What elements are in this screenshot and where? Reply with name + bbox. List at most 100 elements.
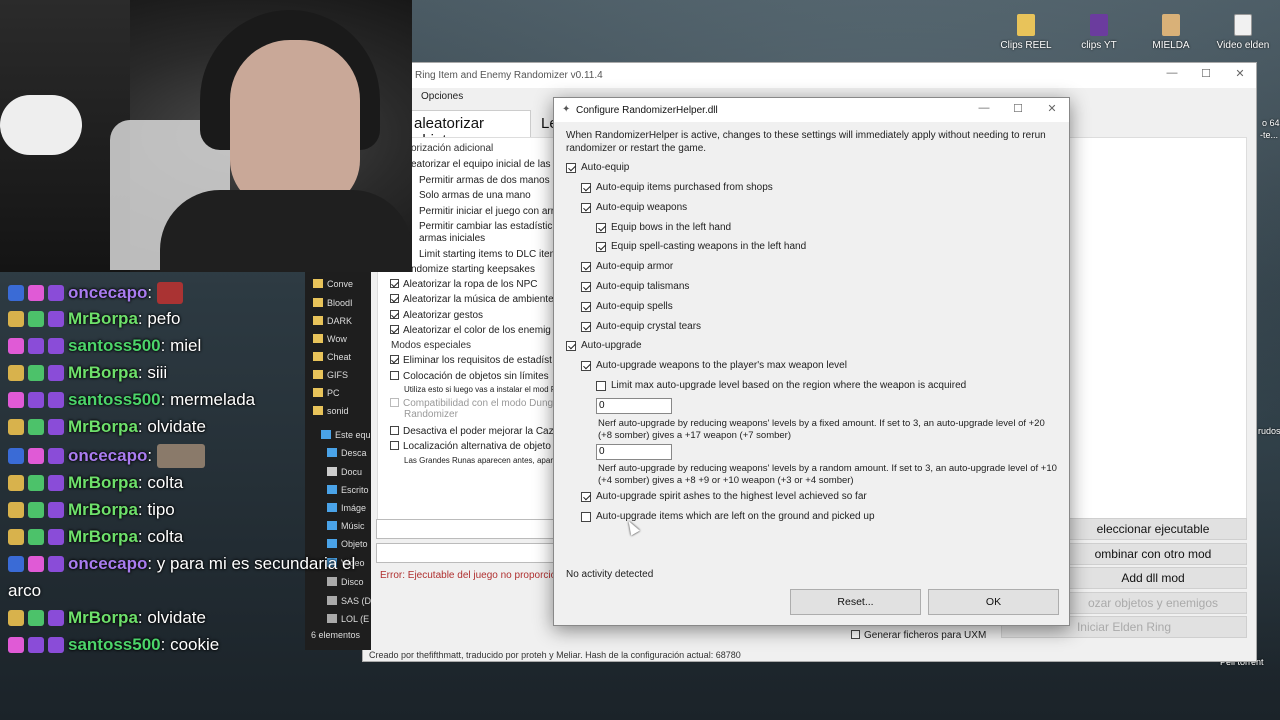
option-spell-left-hand[interactable]: Equip spell-casting weapons in the left … bbox=[596, 241, 806, 252]
add-dll-mod-button[interactable]: Add dll mod bbox=[1059, 567, 1247, 589]
option-gestures[interactable]: Aleatorizar gestos bbox=[390, 310, 483, 321]
option-spirit-ashes[interactable]: Auto-upgrade spirit ashes to the highest… bbox=[581, 491, 867, 502]
activity-status: No activity detected bbox=[566, 569, 654, 580]
maximize-button[interactable]: ☐ bbox=[1009, 102, 1027, 118]
reset-button[interactable]: Reset... bbox=[790, 589, 921, 615]
folder-icon bbox=[1017, 14, 1035, 36]
chat-text: : colta bbox=[137, 527, 184, 546]
chat-message: MrBorpa: pefo bbox=[8, 309, 180, 329]
checkbox[interactable] bbox=[390, 279, 399, 288]
option-keepsakes[interactable]: ndomize starting keepsakes bbox=[411, 264, 535, 275]
nerf-random-input[interactable]: 0 bbox=[596, 444, 672, 460]
checkbox[interactable] bbox=[566, 162, 576, 173]
option-uxm[interactable]: Generar ficheros para UXM bbox=[851, 630, 986, 641]
option-start-with-weapons[interactable]: Permitir iniciar el juego con arr bbox=[419, 206, 554, 217]
checkbox[interactable] bbox=[390, 426, 399, 435]
option-limit-dlc[interactable]: Limit starting items to DLC item bbox=[419, 249, 558, 260]
tab-randomize-items[interactable]: aleatorizar objetos bbox=[411, 110, 531, 149]
minimize-button[interactable]: — bbox=[975, 102, 993, 118]
checkbox[interactable] bbox=[596, 241, 606, 252]
option-upgrade-max-level[interactable]: Auto-upgrade weapons to the player's max… bbox=[581, 360, 847, 371]
option-auto-upgrade[interactable]: Auto-upgrade bbox=[566, 340, 642, 351]
path-field[interactable] bbox=[376, 519, 566, 539]
checkbox[interactable] bbox=[596, 380, 606, 391]
desktop-icon-clips-reel[interactable]: Clips REEL bbox=[991, 14, 1061, 51]
option-bows-left-hand[interactable]: Equip bows in the left hand bbox=[596, 222, 731, 233]
option-npc-clothes[interactable]: Aleatorizar la ropa de los NPC bbox=[390, 279, 538, 290]
desktop-icon-label: Video elden bbox=[1216, 40, 1270, 51]
checkbox[interactable] bbox=[581, 182, 591, 193]
badge-icon bbox=[28, 365, 44, 381]
close-button[interactable]: ✕ bbox=[1231, 67, 1249, 83]
randomize-button[interactable]: ozar objetos y enemigos bbox=[1059, 592, 1247, 614]
checkbox[interactable] bbox=[581, 281, 591, 292]
checkbox[interactable] bbox=[596, 222, 606, 233]
checkbox[interactable] bbox=[390, 325, 399, 334]
option-change-stats[interactable]: Permitir cambiar las estadístic bbox=[419, 221, 552, 232]
option-auto-equip-spells[interactable]: Auto-equip spells bbox=[581, 301, 673, 312]
chat-username: MrBorpa bbox=[68, 473, 138, 492]
checkbox[interactable] bbox=[581, 301, 591, 312]
checkbox[interactable] bbox=[390, 294, 399, 303]
checkbox[interactable] bbox=[851, 630, 860, 639]
option-auto-equip-weapons[interactable]: Auto-equip weapons bbox=[581, 202, 687, 213]
option-remove-stat-reqs[interactable]: Eliminar los requisitos de estadíst bbox=[390, 355, 552, 366]
badge-icon bbox=[8, 475, 24, 491]
option-unlimited-placement[interactable]: Colocación de objetos sin límites bbox=[390, 371, 549, 382]
chat-text: : olvidate bbox=[137, 608, 206, 627]
select-executable-button[interactable]: eleccionar ejecutable bbox=[1059, 518, 1247, 540]
twitch-icon bbox=[48, 475, 64, 491]
option-starting-equipment[interactable]: eatorizar el equipo inicial de las bbox=[411, 159, 551, 170]
checkbox[interactable] bbox=[581, 202, 591, 213]
checkbox[interactable] bbox=[390, 441, 399, 450]
badge-icon bbox=[8, 610, 24, 626]
desktop-edge-text: o 64 bbox=[1262, 118, 1280, 128]
desktop-icon-video-elden[interactable]: Video elden bbox=[1208, 14, 1278, 51]
checkbox[interactable] bbox=[581, 511, 591, 522]
badge-icon bbox=[28, 475, 44, 491]
merge-mod-button[interactable]: ombinar con otro mod bbox=[1059, 543, 1247, 565]
chat-text: : miel bbox=[160, 336, 202, 355]
option-auto-equip-shops[interactable]: Auto-equip items purchased from shops bbox=[581, 182, 773, 193]
option-alt-location[interactable]: Localización alternativa de objeto bbox=[390, 441, 551, 452]
option-enemy-color[interactable]: Aleatorizar el color de los enemig bbox=[390, 325, 551, 336]
nerf-fixed-description: Nerf auto-upgrade by reducing weapons' l… bbox=[598, 418, 1045, 441]
checkbox[interactable] bbox=[581, 261, 591, 272]
option-ground-items[interactable]: Auto-upgrade items which are left on the… bbox=[581, 511, 875, 522]
badge-icon bbox=[8, 637, 24, 653]
checkbox[interactable] bbox=[566, 340, 576, 351]
desktop-icon-clips-yt[interactable]: clips YT bbox=[1064, 14, 1134, 51]
option-auto-equip-talismans[interactable]: Auto-equip talismans bbox=[581, 281, 689, 292]
desktop-icon-label: Clips REEL bbox=[1000, 40, 1052, 51]
ok-button[interactable]: OK bbox=[928, 589, 1059, 615]
option-two-handed[interactable]: Permitir armas de dos manos bbox=[419, 175, 550, 186]
checkbox[interactable] bbox=[390, 310, 399, 319]
chat-message: MrBorpa: colta bbox=[8, 527, 183, 547]
twitch-icon bbox=[48, 392, 64, 408]
option-auto-equip-tears[interactable]: Auto-equip crystal tears bbox=[581, 321, 701, 332]
checkbox[interactable] bbox=[581, 321, 591, 332]
option-one-handed[interactable]: Solo armas de una mano bbox=[419, 190, 531, 201]
chat-text: : bbox=[147, 283, 157, 302]
chat-message: MrBorpa: siii bbox=[8, 363, 167, 383]
checkbox[interactable] bbox=[390, 371, 399, 380]
option-disable-upgrade[interactable]: Desactiva el poder mejorar la Caz bbox=[390, 426, 554, 437]
option-ambient-music[interactable]: Aleatorizar la música de ambiente bbox=[390, 294, 554, 305]
menu-opciones[interactable]: Opciones bbox=[421, 91, 463, 102]
path-field-2[interactable] bbox=[376, 543, 566, 563]
configure-dialog: ✦ Configure RandomizerHelper.dll — ☐ ✕ W… bbox=[553, 97, 1070, 626]
twitch-icon bbox=[48, 448, 64, 464]
option-limit-by-region[interactable]: Limit max auto-upgrade level based on th… bbox=[596, 380, 966, 391]
desktop-icon-mielda[interactable]: MIELDA bbox=[1136, 14, 1206, 51]
nerf-fixed-input[interactable]: 0 bbox=[596, 398, 672, 414]
maximize-button[interactable]: ☐ bbox=[1197, 67, 1215, 83]
checkbox[interactable] bbox=[390, 355, 399, 364]
close-button[interactable]: ✕ bbox=[1043, 102, 1061, 118]
checkbox[interactable] bbox=[581, 360, 591, 371]
badge-icon bbox=[28, 311, 44, 327]
option-auto-equip-armor[interactable]: Auto-equip armor bbox=[581, 261, 673, 272]
option-auto-equip[interactable]: Auto-equip bbox=[566, 162, 629, 173]
checkbox[interactable] bbox=[581, 491, 591, 502]
option-great-runes-hint: Las Grandes Runas aparecen antes, apar bbox=[404, 456, 553, 465]
minimize-button[interactable]: — bbox=[1163, 67, 1181, 83]
